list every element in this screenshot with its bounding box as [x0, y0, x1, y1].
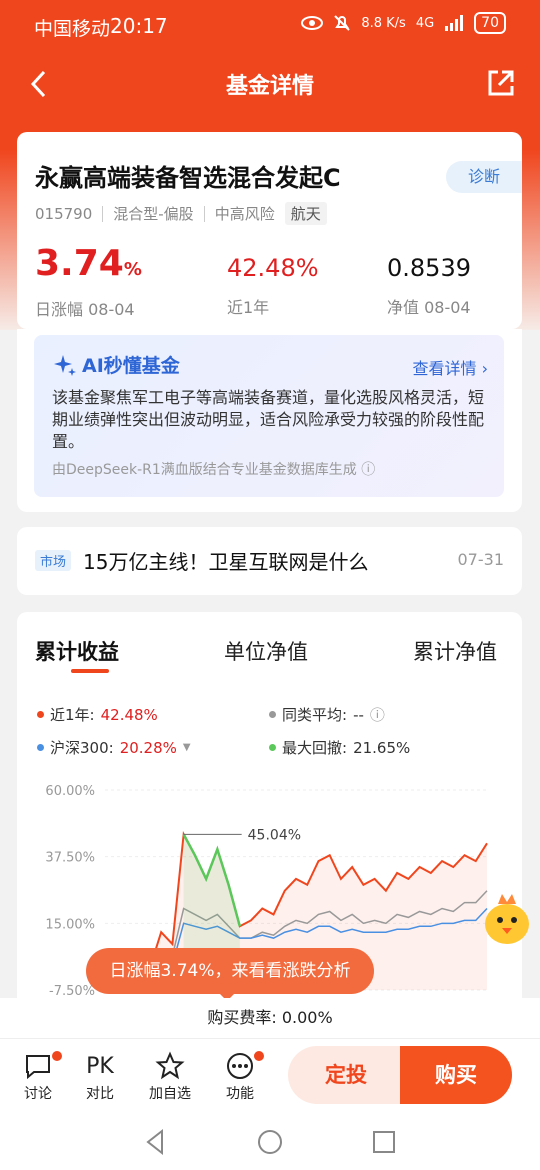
- network-type: 4G: [415, 15, 435, 31]
- info-icon[interactable]: ⓘ: [370, 704, 385, 725]
- eye-icon: [301, 16, 324, 30]
- legend-year: 近1年: 42.48%: [37, 704, 158, 725]
- peak-label: 45.04%: [248, 827, 301, 843]
- notification-dot: [52, 1051, 62, 1061]
- fund-risk: 中高风险: [214, 205, 275, 223]
- tab-cumulative-return[interactable]: 累计收益: [35, 636, 119, 666]
- ai-source-note: 由DeepSeek-R1满血版结合专业基金数据库生成 ⓘ: [52, 462, 376, 478]
- nav-value: 0.8539: [387, 254, 471, 282]
- daily-change-metric: 3.74% 日涨幅 08-04: [35, 244, 142, 320]
- ai-detail-link[interactable]: 查看详情 ›: [413, 355, 489, 379]
- year-return-metric: 42.48% 近1年: [227, 244, 319, 318]
- back-triangle-icon[interactable]: [146, 1128, 163, 1156]
- buy-button[interactable]: 购买: [400, 1046, 512, 1104]
- fee-bar: 购买费率: 0.00%: [0, 998, 540, 1038]
- fund-type: 混合型-偏股: [113, 205, 194, 223]
- ai-summary-box[interactable]: AI秒懂基金 查看详情 › 该基金聚焦军工电子等高端装备赛道，量化选股风格灵活，…: [34, 335, 504, 497]
- daily-change-value: 3.74%: [35, 243, 142, 284]
- tab-unit-nav[interactable]: 单位净值: [224, 636, 308, 666]
- status-bar: 中国移动 20:17 8.8 K/s 4G 70: [0, 0, 540, 52]
- legend-drawdown: 最大回撤: 21.65%: [269, 737, 410, 758]
- diagnose-button[interactable]: 诊断: [446, 161, 522, 193]
- year-return-label: 近1年: [227, 298, 270, 317]
- fund-name: 永赢高端装备智选混合发起C: [35, 164, 341, 192]
- page-title: 基金详情: [225, 74, 314, 99]
- divider: [203, 205, 205, 222]
- fund-code: 015790: [35, 204, 93, 223]
- legend-dot: [37, 744, 44, 751]
- mute-bell-icon: [334, 15, 351, 31]
- more-icon: [227, 1053, 253, 1079]
- legend-dot: [269, 711, 276, 718]
- system-nav-bar: [0, 1114, 540, 1170]
- sparkle-icon: [54, 354, 76, 376]
- function-button[interactable]: 功能: [210, 1049, 270, 1103]
- clock: 20:17: [110, 14, 168, 38]
- ai-title: AI秒懂基金: [54, 351, 180, 378]
- pk-icon: PK: [86, 1053, 114, 1079]
- y-tick-label: 60.00%: [45, 784, 95, 799]
- star-icon: [155, 1051, 185, 1080]
- change-analysis-tip[interactable]: 日涨幅3.74%，来看看涨跌分析: [86, 948, 374, 994]
- fee-value: 0.00%: [281, 1008, 333, 1027]
- dropdown-arrow-icon[interactable]: ▼: [183, 742, 191, 753]
- ai-summary-text: 该基金聚焦军工电子等高端装备赛道，量化选股风格灵活，短期业绩弹性突出但波动明显，…: [52, 388, 485, 451]
- legend-dot: [37, 711, 44, 718]
- daily-change-label: 日涨幅 08-04: [35, 300, 135, 319]
- battery-level: 70: [474, 12, 506, 34]
- nav-bar: 基金详情: [0, 52, 540, 116]
- y-tick-label: 15.00%: [45, 917, 95, 932]
- active-tab-indicator: [71, 669, 109, 673]
- fund-theme-tag[interactable]: 航天: [284, 202, 327, 225]
- tab-cumulative-nav[interactable]: 累计净值: [413, 636, 497, 666]
- chat-icon: [26, 1055, 50, 1080]
- carrier-name: 中国移动: [34, 18, 111, 40]
- y-tick-label: -7.50%: [49, 984, 95, 998]
- news-date: 07-31: [457, 550, 505, 569]
- network-speed: 8.8 K/s: [361, 15, 406, 31]
- legend-index[interactable]: 沪深300: 20.28% ▼: [37, 737, 191, 758]
- discuss-button[interactable]: 讨论: [8, 1049, 68, 1103]
- nav-label: 净值 08-04: [387, 298, 471, 317]
- news-tag: 市场: [35, 550, 72, 571]
- nav-metric: 0.8539 净值 08-04: [387, 244, 471, 318]
- news-card[interactable]: 市场 15万亿主线！卫星互联网是什么 07-31: [17, 527, 522, 595]
- recents-square-icon[interactable]: [373, 1131, 395, 1153]
- signal-icon: [445, 15, 464, 31]
- mascot-chick-icon[interactable]: [480, 890, 534, 950]
- status-icons: 8.8 K/s 4G 70: [301, 12, 506, 34]
- fund-tags: 015790 混合型-偏股 中高风险 航天: [35, 202, 327, 225]
- fee-label: 购买费率:: [207, 1008, 277, 1027]
- legend-dot: [269, 744, 276, 751]
- share-icon[interactable]: [486, 68, 516, 98]
- add-watchlist-button[interactable]: 加自选: [140, 1049, 200, 1103]
- bottom-action-bar: 讨论 PK 对比 加自选 功能 定投 购买: [0, 1038, 540, 1114]
- ai-summary-card: AI秒懂基金 查看详情 › 该基金聚焦军工电子等高端装备赛道，量化选股风格灵活，…: [17, 329, 522, 512]
- home-circle-icon[interactable]: [258, 1130, 282, 1154]
- sip-button[interactable]: 定投: [288, 1046, 404, 1104]
- year-return-value: 42.48%: [227, 254, 319, 282]
- y-tick-label: 37.50%: [45, 851, 95, 866]
- legend-peer: 同类平均: -- ⓘ: [269, 704, 385, 725]
- news-title: 15万亿主线！卫星互联网是什么: [83, 550, 369, 574]
- compare-button[interactable]: PK 对比: [70, 1049, 130, 1103]
- fund-summary-card: 永赢高端装备智选混合发起C 诊断 015790 混合型-偏股 中高风险 航天 3…: [17, 132, 522, 329]
- notification-dot: [254, 1051, 264, 1061]
- divider: [102, 205, 104, 222]
